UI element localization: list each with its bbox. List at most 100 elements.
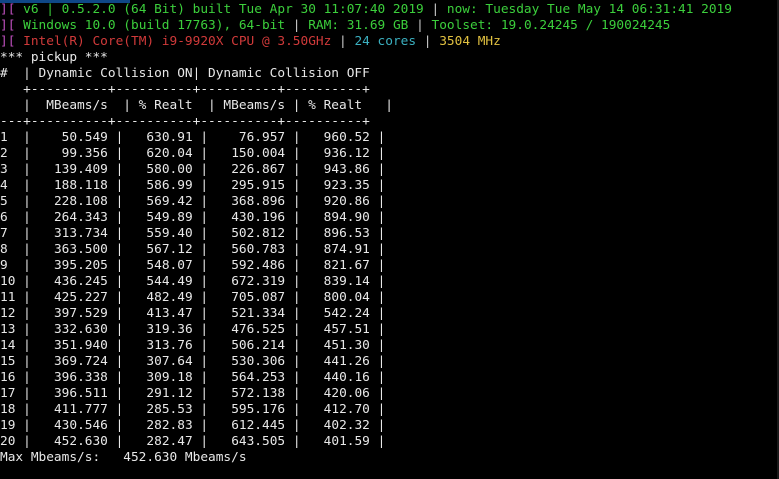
cell-mbeams-off: 226.867: [231, 162, 286, 177]
cell-realt-off: 943.86: [323, 162, 370, 177]
cell-sep: |: [107, 338, 147, 353]
cell-sep: |: [15, 322, 47, 337]
table-row: 6 | 264.343 | 549.89 | 430.196 | 894.90 …: [0, 210, 779, 226]
cell-mbeams-on: 228.108: [46, 194, 108, 209]
cell-sep: |: [107, 258, 147, 273]
row-index: 20: [0, 434, 16, 449]
table-group-header: # | Dynamic Collision ON| Dynamic Collis…: [0, 66, 370, 81]
cell-mbeams-on: 99.356: [46, 146, 108, 161]
cell-mbeams-off: 530.306: [231, 354, 286, 369]
cell-realt-off: 412.70: [323, 402, 370, 417]
row-index: 10: [0, 274, 16, 289]
header-version-line: ][ v6 | 0.5.2.0 (64 Bit) built Tue Apr 3…: [0, 2, 779, 18]
table-row: 2 | 99.356 | 620.04 | 150.004 | 936.12 |: [0, 146, 779, 162]
cell-sep: |: [192, 162, 232, 177]
cell-sep: |: [285, 354, 324, 369]
cell-sep: |: [369, 354, 386, 369]
cell-sep: |: [285, 178, 324, 193]
row-index: 18: [0, 402, 16, 417]
cell-realt-on: 309.18: [146, 370, 193, 385]
cell-sep: |: [107, 386, 147, 401]
cell-mbeams-off: 612.445: [231, 418, 286, 433]
cell-mbeams-on: 50.549: [46, 130, 108, 145]
bracket-marker: ][: [0, 34, 16, 49]
cell-sep: |: [285, 242, 324, 257]
cell-sep: |: [15, 258, 47, 273]
cell-sep: |: [192, 418, 232, 433]
cell-sep: |: [192, 370, 232, 385]
cell-sep: |: [285, 274, 324, 289]
cell-mbeams-off: 643.505: [231, 434, 286, 449]
cell-sep: |: [15, 210, 47, 225]
cell-realt-on: 630.91: [146, 130, 193, 145]
cell-mbeams-off: 705.087: [231, 290, 286, 305]
cell-realt-off: 874.91: [323, 242, 370, 257]
cell-realt-on: 282.83: [146, 418, 193, 433]
cell-sep: |: [15, 434, 47, 449]
cell-sep: |: [369, 242, 386, 257]
table-row: 1 | 50.549 | 630.91 | 76.957 | 960.52 |: [0, 130, 779, 146]
cell-sep: |: [107, 226, 147, 241]
row-index: 15: [0, 354, 16, 369]
cell-sep: |: [107, 402, 147, 417]
cell-realt-on: 567.12: [146, 242, 193, 257]
cell-sep: |: [15, 354, 47, 369]
cell-mbeams-off: 595.176: [231, 402, 286, 417]
cell-sep: |: [107, 146, 147, 161]
cell-sep: |: [107, 210, 147, 225]
cell-sep: |: [192, 306, 232, 321]
cell-sep: |: [369, 130, 386, 145]
cell-sep: |: [192, 402, 232, 417]
cell-mbeams-off: 521.334: [231, 306, 286, 321]
cell-sep: |: [285, 306, 324, 321]
separator: |: [339, 34, 347, 49]
separator: |: [416, 18, 424, 33]
cell-realt-off: 440.16: [323, 370, 370, 385]
cell-sep: |: [285, 162, 324, 177]
cell-realt-on: 282.47: [146, 434, 193, 449]
table-row: 14 | 351.940 | 313.76 | 506.214 | 451.30…: [0, 338, 779, 354]
cell-mbeams-off: 564.253: [231, 370, 286, 385]
cell-mbeams-off: 502.812: [231, 226, 286, 241]
terminal-window[interactable]: ][ v6 | 0.5.2.0 (64 Bit) built Tue Apr 3…: [0, 0, 779, 479]
row-index: 3: [0, 162, 16, 177]
cell-sep: |: [107, 178, 147, 193]
cell-realt-on: 569.42: [146, 194, 193, 209]
cell-sep: |: [285, 258, 324, 273]
cell-realt-off: 960.52: [323, 130, 370, 145]
cell-sep: |: [192, 210, 232, 225]
table-row: 3 | 139.409 | 580.00 | 226.867 | 943.86 …: [0, 162, 779, 178]
cell-sep: |: [369, 386, 386, 401]
cell-realt-on: 548.07: [146, 258, 193, 273]
max-mbeams-summary: Max Mbeams/s: 452.630 Mbeams/s: [0, 450, 247, 465]
cell-sep: |: [192, 242, 232, 257]
row-index: 17: [0, 386, 16, 401]
cell-sep: |: [369, 258, 386, 273]
cell-realt-off: 896.53: [323, 226, 370, 241]
cell-sep: |: [369, 306, 386, 321]
cell-sep: |: [107, 354, 147, 369]
cell-sep: |: [285, 226, 324, 241]
cell-realt-on: 559.40: [146, 226, 193, 241]
bracket-marker: ][: [0, 2, 16, 17]
cell-mbeams-on: 363.500: [46, 242, 108, 257]
table-divider-mid: ---+----------+----------+----------+---…: [0, 114, 370, 129]
cell-sep: |: [107, 322, 147, 337]
table-row: 8 | 363.500 | 567.12 | 560.783 | 874.91 …: [0, 242, 779, 258]
table-row: 18 | 411.777 | 285.53 | 595.176 | 412.70…: [0, 402, 779, 418]
cell-sep: |: [15, 386, 47, 401]
row-index: 5: [0, 194, 16, 209]
cores-info: 24 cores: [346, 34, 424, 49]
cell-sep: |: [192, 290, 232, 305]
cell-realt-on: 549.89: [146, 210, 193, 225]
table-row: 16 | 396.338 | 309.18 | 564.253 | 440.16…: [0, 370, 779, 386]
cell-sep: |: [285, 194, 324, 209]
cell-realt-on: 285.53: [146, 402, 193, 417]
cell-sep: |: [15, 130, 47, 145]
cell-realt-off: 420.06: [323, 386, 370, 401]
cell-realt-on: 544.49: [146, 274, 193, 289]
header-cpu-line: ][ Intel(R) Core(TM) i9-9920X CPU @ 3.50…: [0, 34, 779, 50]
cell-sep: |: [192, 146, 232, 161]
cell-sep: |: [192, 338, 232, 353]
row-index: 1: [0, 130, 16, 145]
